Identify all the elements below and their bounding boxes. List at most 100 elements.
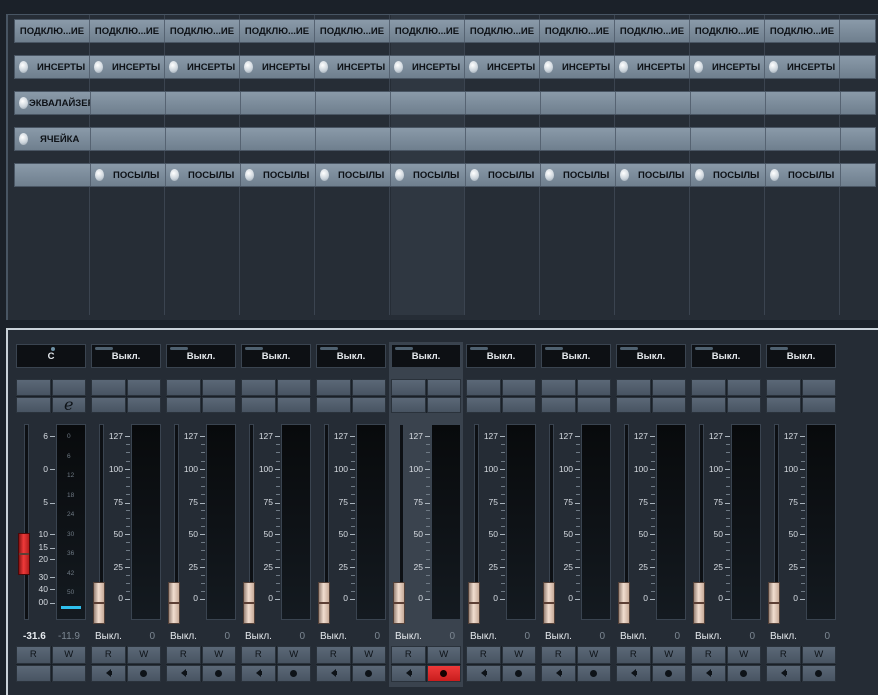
- sends-slot-8-power-icon[interactable]: [620, 169, 629, 181]
- sends-slot-5[interactable]: ПОСЫЛЫ: [391, 164, 466, 186]
- inserts-slot-5[interactable]: ИНСЕРТЫ: [315, 56, 390, 78]
- channel-volume-value[interactable]: Выкл.: [391, 631, 422, 642]
- channel-volume-value[interactable]: Выкл.: [691, 631, 722, 642]
- channel-fader-handle[interactable]: [393, 582, 405, 624]
- read-automation-button[interactable]: R: [316, 646, 351, 664]
- channel-fader-handle[interactable]: [768, 582, 780, 624]
- channel-slot-3-button[interactable]: [166, 396, 201, 413]
- master-slot-3-button[interactable]: [16, 396, 51, 413]
- sends-slot-3-power-icon[interactable]: [245, 169, 254, 181]
- sends-slot-3[interactable]: ПОСЫЛЫ: [241, 164, 316, 186]
- channel-slot-2-button[interactable]: [426, 379, 461, 396]
- connections-slot-11[interactable]: ПОДКЛЮ...ИЕ: [765, 20, 840, 42]
- equalizer-power-icon[interactable]: [19, 97, 28, 109]
- channel-slot-2-button[interactable]: [651, 379, 686, 396]
- channel-slot-1-button[interactable]: [766, 379, 801, 396]
- edit-channel-icon[interactable]: e: [51, 396, 86, 413]
- sends-slot-6[interactable]: ПОСЫЛЫ: [466, 164, 541, 186]
- read-automation-button[interactable]: R: [241, 646, 276, 664]
- write-automation-button[interactable]: W: [276, 646, 311, 664]
- channel-slot-1-button[interactable]: [616, 379, 651, 396]
- read-automation-button[interactable]: R: [91, 646, 126, 664]
- master-fader-track[interactable]: [24, 424, 29, 620]
- eq-empty-slot-10[interactable]: [766, 92, 841, 114]
- master-fader-handle[interactable]: [18, 532, 30, 575]
- cell-section[interactable]: ЯЧЕЙКА: [15, 128, 91, 150]
- channel-slot-3-button[interactable]: [316, 396, 351, 413]
- channel-volume-value[interactable]: Выкл.: [241, 631, 272, 642]
- channel-slot-1-button[interactable]: [691, 379, 726, 396]
- write-automation-button[interactable]: W: [426, 646, 461, 664]
- cell-empty-slot-6[interactable]: [466, 128, 541, 150]
- channel-pan-value[interactable]: 0: [674, 631, 686, 642]
- cell-power-icon[interactable]: [19, 133, 28, 145]
- inserts-slot-4[interactable]: ИНСЕРТЫ: [240, 56, 315, 78]
- eq-empty-slot-2[interactable]: [166, 92, 241, 114]
- channel-pan-value[interactable]: 0: [824, 631, 836, 642]
- record-enable-button[interactable]: [201, 664, 236, 682]
- connections-slot-7[interactable]: ПОДКЛЮ...ИЕ: [465, 20, 540, 42]
- channel-slot-3-button[interactable]: [691, 396, 726, 413]
- record-enable-button[interactable]: [276, 664, 311, 682]
- eq-empty-slot-6[interactable]: [466, 92, 541, 114]
- master-pan-value[interactable]: -11.9: [58, 631, 86, 642]
- mute-button[interactable]: [391, 664, 426, 682]
- channel-name-field[interactable]: Выкл.: [316, 344, 386, 368]
- write-automation-button[interactable]: W: [351, 646, 386, 664]
- connections-slot-5[interactable]: ПОДКЛЮ...ИЕ: [315, 20, 390, 42]
- sends-slot-2-power-icon[interactable]: [170, 169, 179, 181]
- channel-slot-4-button[interactable]: [576, 396, 611, 413]
- channel-volume-value[interactable]: Выкл.: [616, 631, 647, 642]
- channel-fader-handle[interactable]: [618, 582, 630, 624]
- channel-name-field[interactable]: Выкл.: [616, 344, 686, 368]
- inserts-slot-6-power-icon[interactable]: [394, 61, 403, 73]
- inserts-slot-10[interactable]: ИНСЕРТЫ: [690, 56, 765, 78]
- channel-fader-handle[interactable]: [243, 582, 255, 624]
- channel-slot-2-button[interactable]: [801, 379, 836, 396]
- channel-volume-value[interactable]: Выкл.: [466, 631, 497, 642]
- connections-slot-9[interactable]: ПОДКЛЮ...ИЕ: [615, 20, 690, 42]
- channel-fader-handle[interactable]: [168, 582, 180, 624]
- channel-name-field[interactable]: Выкл.: [391, 344, 461, 368]
- write-automation-button[interactable]: W: [651, 646, 686, 664]
- record-enable-button[interactable]: [576, 664, 611, 682]
- record-enable-button[interactable]: [801, 664, 836, 682]
- channel-slot-1-button[interactable]: [91, 379, 126, 396]
- mute-button[interactable]: [241, 664, 276, 682]
- eq-empty-slot-5[interactable]: [391, 92, 466, 114]
- write-automation-button[interactable]: W: [501, 646, 536, 664]
- eq-empty-slot-8[interactable]: [616, 92, 691, 114]
- channel-slot-4-button[interactable]: [801, 396, 836, 413]
- record-enable-button[interactable]: [651, 664, 686, 682]
- channel-pan-value[interactable]: 0: [599, 631, 611, 642]
- read-automation-button[interactable]: R: [541, 646, 576, 664]
- inserts-slot-4-power-icon[interactable]: [244, 61, 253, 73]
- connections-slot-6[interactable]: ПОДКЛЮ...ИЕ: [390, 20, 465, 42]
- channel-volume-value[interactable]: Выкл.: [166, 631, 197, 642]
- channel-slot-2-button[interactable]: [201, 379, 236, 396]
- channel-name-field[interactable]: Выкл.: [691, 344, 761, 368]
- inserts-slot-11[interactable]: ИНСЕРТЫ: [765, 56, 840, 78]
- read-automation-button[interactable]: R: [691, 646, 726, 664]
- read-automation-button[interactable]: R: [166, 646, 201, 664]
- master-write-automation-button[interactable]: W: [51, 646, 86, 664]
- mute-button[interactable]: [166, 664, 201, 682]
- channel-volume-value[interactable]: Выкл.: [91, 631, 122, 642]
- record-enable-button[interactable]: [126, 664, 161, 682]
- connections-slot-2[interactable]: ПОДКЛЮ...ИЕ: [90, 20, 165, 42]
- equalizer-section[interactable]: ЭКВАЛАЙЗЕР: [15, 92, 91, 114]
- master-volume-value[interactable]: -31.6: [16, 631, 46, 642]
- channel-fader-handle[interactable]: [318, 582, 330, 624]
- channel-fader-handle[interactable]: [468, 582, 480, 624]
- channel-slot-4-button[interactable]: [651, 396, 686, 413]
- inserts-slot-10-power-icon[interactable]: [694, 61, 703, 73]
- master-read-automation-button[interactable]: R: [16, 646, 51, 664]
- eq-empty-slot-9[interactable]: [691, 92, 766, 114]
- channel-slot-2-button[interactable]: [351, 379, 386, 396]
- sends-slot-6-power-icon[interactable]: [470, 169, 479, 181]
- channel-slot-4-button[interactable]: [126, 396, 161, 413]
- inserts-slot-9[interactable]: ИНСЕРТЫ: [615, 56, 690, 78]
- inserts-slot-3[interactable]: ИНСЕРТЫ: [165, 56, 240, 78]
- cell-empty-slot-1[interactable]: [91, 128, 166, 150]
- channel-slot-1-button[interactable]: [466, 379, 501, 396]
